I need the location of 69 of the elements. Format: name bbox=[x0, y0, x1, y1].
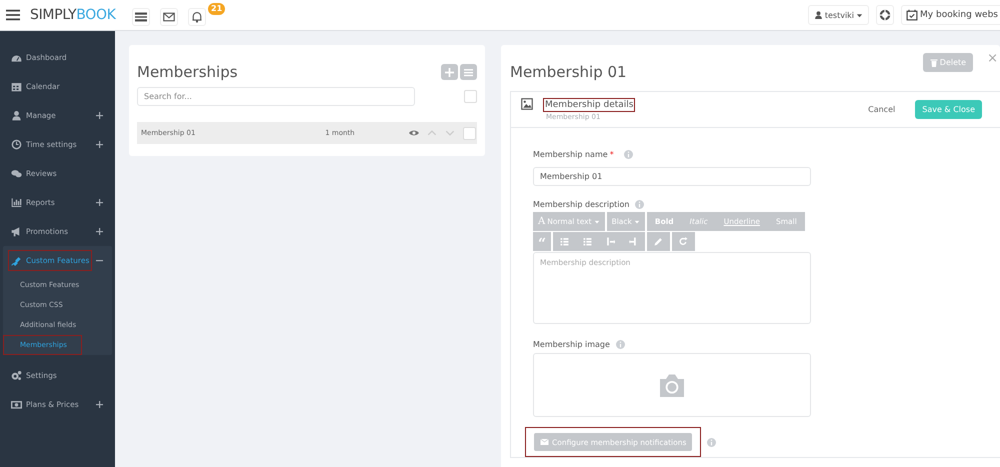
plus-icon bbox=[96, 199, 103, 206]
info-icon bbox=[616, 340, 625, 349]
plus-icon bbox=[96, 112, 103, 119]
calendar-check-icon bbox=[906, 9, 918, 21]
section-title: Membership details bbox=[543, 98, 636, 112]
panel-title: Membership 01 bbox=[510, 63, 628, 81]
caret-icon bbox=[594, 218, 600, 224]
cancel-button[interactable]: Cancel bbox=[862, 104, 902, 114]
booking-site-button[interactable]: My booking webs bbox=[901, 5, 1000, 25]
lifebuoy-icon bbox=[879, 9, 892, 21]
eye-icon bbox=[409, 128, 420, 138]
panel-title: Memberships bbox=[137, 63, 238, 81]
image-icon bbox=[521, 98, 533, 110]
row-checkbox[interactable] bbox=[463, 126, 476, 140]
person-icon bbox=[814, 10, 823, 20]
chevron-up-icon bbox=[427, 128, 438, 138]
add-button[interactable] bbox=[441, 64, 458, 80]
clock-icon bbox=[11, 139, 22, 150]
required-mark: * bbox=[610, 150, 614, 159]
plus-icon bbox=[96, 228, 103, 235]
chat-icon bbox=[11, 168, 22, 179]
logo[interactable]: SIMPLYBOOK bbox=[30, 7, 122, 23]
info-icon bbox=[707, 438, 716, 446]
indent-icon bbox=[629, 237, 638, 246]
list-icon bbox=[135, 11, 147, 23]
chevron-down-icon bbox=[445, 128, 456, 138]
numbered-list-icon bbox=[583, 237, 592, 246]
megaphone-icon bbox=[11, 226, 22, 237]
info-icon bbox=[624, 150, 633, 159]
info-icon bbox=[635, 200, 644, 209]
bell-icon bbox=[191, 11, 203, 23]
field-label: Membership description bbox=[533, 200, 630, 209]
menu-button[interactable] bbox=[460, 64, 477, 80]
plug-icon bbox=[11, 255, 22, 266]
outdent-icon bbox=[606, 237, 616, 246]
field-label: Membership image bbox=[533, 340, 610, 349]
redo-button[interactable] bbox=[672, 232, 696, 251]
image-upload-area[interactable] bbox=[533, 353, 811, 417]
caret-icon bbox=[856, 12, 864, 18]
envelope-icon bbox=[540, 438, 549, 446]
minus-icon bbox=[96, 257, 103, 264]
person-icon bbox=[11, 110, 22, 121]
banknote-icon bbox=[11, 399, 22, 410]
pencil-icon bbox=[654, 237, 664, 246]
name-field[interactable]: Membership 01 bbox=[533, 167, 811, 186]
envelope-icon bbox=[163, 11, 175, 23]
search-field[interactable]: Search for... bbox=[137, 87, 415, 106]
plus-icon bbox=[96, 401, 103, 408]
trash-icon bbox=[930, 58, 938, 66]
field-label: Membership name bbox=[533, 150, 608, 159]
user-menu[interactable]: testviki bbox=[808, 5, 870, 25]
camera-icon bbox=[657, 373, 687, 397]
list-button[interactable] bbox=[132, 8, 150, 26]
plus-icon bbox=[445, 68, 454, 76]
notification-badge: 21 bbox=[208, 3, 226, 15]
bar-chart-icon bbox=[11, 197, 22, 208]
help-button[interactable] bbox=[876, 5, 894, 25]
pencil-button[interactable] bbox=[647, 232, 670, 251]
caret-icon bbox=[634, 218, 640, 224]
menu-icon bbox=[6, 8, 20, 22]
bulleted-list-icon bbox=[560, 237, 570, 246]
menu-icon bbox=[464, 68, 473, 76]
calendar-icon bbox=[11, 81, 22, 92]
font-icon: A bbox=[538, 216, 546, 227]
mail-button[interactable] bbox=[160, 8, 178, 26]
redo-icon bbox=[679, 237, 688, 246]
select-all-checkbox[interactable] bbox=[464, 90, 477, 103]
plus-icon bbox=[96, 141, 103, 148]
notifications-button[interactable] bbox=[188, 8, 206, 26]
